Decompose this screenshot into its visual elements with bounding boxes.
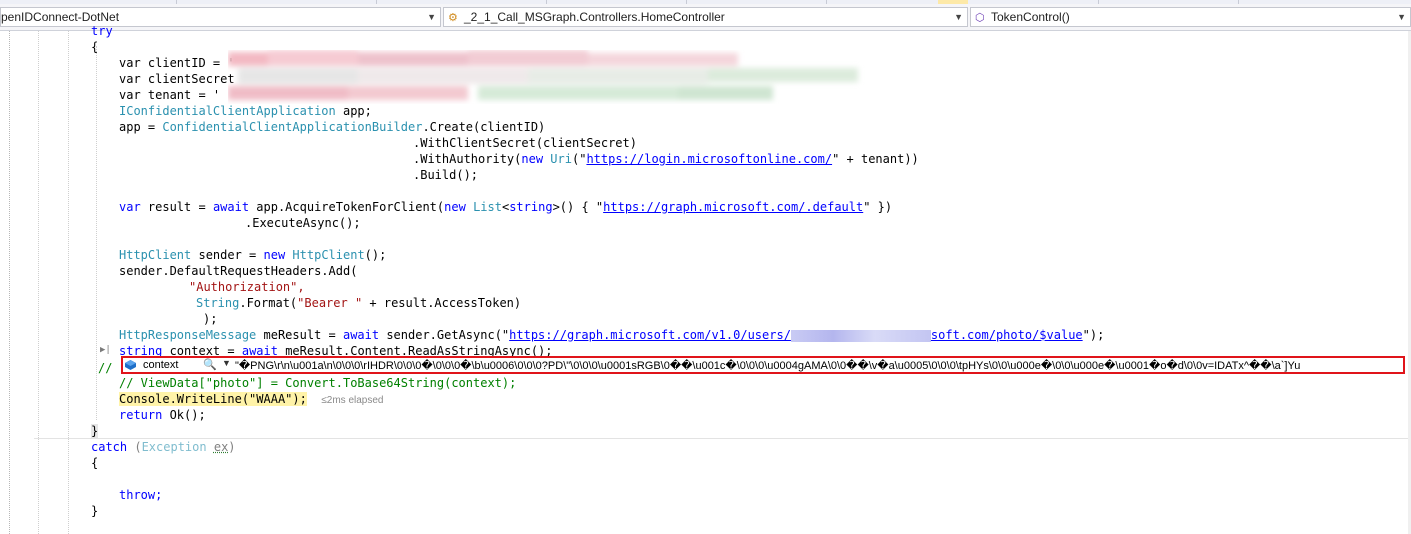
code-line: } bbox=[91, 424, 99, 438]
code-line: // ViewData["photo"] = Convert.ToBase64S… bbox=[119, 376, 517, 390]
code-line: app = ConfidentialClientApplicationBuild… bbox=[119, 120, 546, 134]
code-line: var clientSecret bbox=[119, 72, 235, 86]
code-line: .Build(); bbox=[413, 168, 479, 182]
code-line: .WithAuthority(new Uri("https://login.mi… bbox=[413, 152, 919, 166]
code-line: .WithClientSecret(clientSecret) bbox=[413, 136, 637, 150]
chevron-down-icon: ▼ bbox=[427, 12, 436, 22]
code-line: throw; bbox=[119, 488, 163, 502]
code-link[interactable]: https://graph.microsoft.com/.default bbox=[603, 200, 863, 214]
code-line: String.Format("Bearer " + result.AccessT… bbox=[196, 296, 522, 310]
member-dropdown[interactable]: ⬡ TokenControl() ▼ bbox=[970, 7, 1411, 27]
perf-tip[interactable]: ≤2ms elapsed bbox=[321, 395, 383, 406]
indent-guide bbox=[38, 31, 39, 534]
magnifier-icon[interactable]: 🔍 bbox=[203, 358, 217, 371]
code-line: try bbox=[91, 24, 113, 38]
code-line: catch (Exception ex) bbox=[91, 440, 236, 454]
class-icon: ⚙ bbox=[448, 12, 458, 24]
code-line: { bbox=[91, 40, 99, 54]
code-line: IConfidentialClientApplication app; bbox=[119, 104, 372, 118]
member-dropdown-label: TokenControl() bbox=[991, 10, 1070, 24]
indent-guide bbox=[96, 46, 97, 420]
comment-marker: // bbox=[98, 361, 113, 375]
code-line: "Authorization", bbox=[189, 280, 305, 294]
chevron-down-icon: ▼ bbox=[1397, 12, 1406, 22]
method-icon: ⬡ bbox=[975, 12, 985, 24]
chevron-down-icon: ▼ bbox=[954, 12, 963, 22]
class-dropdown[interactable]: ⚙ _2_1_Call_MSGraph.Controllers.HomeCont… bbox=[443, 7, 968, 27]
code-line: var tenant = ' bbox=[119, 88, 221, 102]
code-line: .ExecuteAsync(); bbox=[245, 216, 361, 230]
class-dropdown-label: _2_1_Call_MSGraph.Controllers.HomeContro… bbox=[464, 10, 725, 24]
code-line: HttpResponseMessage meResult = await sen… bbox=[119, 328, 1105, 342]
redacted-email bbox=[790, 329, 931, 342]
code-line: { bbox=[91, 456, 99, 470]
code-line: var clientID = ' bbox=[119, 56, 235, 70]
variable-icon bbox=[125, 360, 136, 370]
code-line: HttpClient sender = new HttpClient(); bbox=[119, 248, 387, 262]
block-separator bbox=[34, 438, 1408, 439]
margin-guide bbox=[9, 31, 11, 534]
project-dropdown[interactable]: penIDConnect-DotNet ▼ bbox=[0, 7, 441, 27]
code-link[interactable]: https://graph.microsoft.com/v1.0/users/ bbox=[509, 328, 791, 342]
redacted-secret-block bbox=[228, 50, 858, 100]
execution-arrow-icon: ▶| bbox=[100, 345, 111, 355]
code-line-current: Console.WriteLine("WAAA"); ≤2ms elapsed bbox=[119, 392, 384, 406]
datatip-variable-name: context bbox=[143, 359, 179, 371]
code-link[interactable]: https://login.microsoftonline.com/ bbox=[586, 152, 832, 166]
code-link[interactable]: soft.com/photo/$value bbox=[931, 328, 1083, 342]
code-line: return Ok(); bbox=[119, 408, 206, 422]
indent-guide bbox=[68, 31, 69, 534]
code-line: sender.DefaultRequestHeaders.Add( bbox=[119, 264, 358, 278]
code-line: } bbox=[91, 504, 99, 518]
navigation-bar: penIDConnect-DotNet ▼ ⚙ _2_1_Call_MSGrap… bbox=[0, 4, 1411, 31]
debugger-datatip[interactable]: context 🔍 ▼ "�PNG\r\n\u001a\n\0\0\0\rIHD… bbox=[121, 356, 1405, 374]
chevron-down-icon[interactable]: ▼ bbox=[222, 358, 231, 368]
code-line: ); bbox=[203, 312, 218, 326]
code-line: var result = await app.AcquireTokenForCl… bbox=[119, 200, 893, 214]
datatip-value[interactable]: "�PNG\r\n\u001a\n\0\0\0\rIHDR\0\0\0�\0\0… bbox=[235, 359, 1300, 372]
